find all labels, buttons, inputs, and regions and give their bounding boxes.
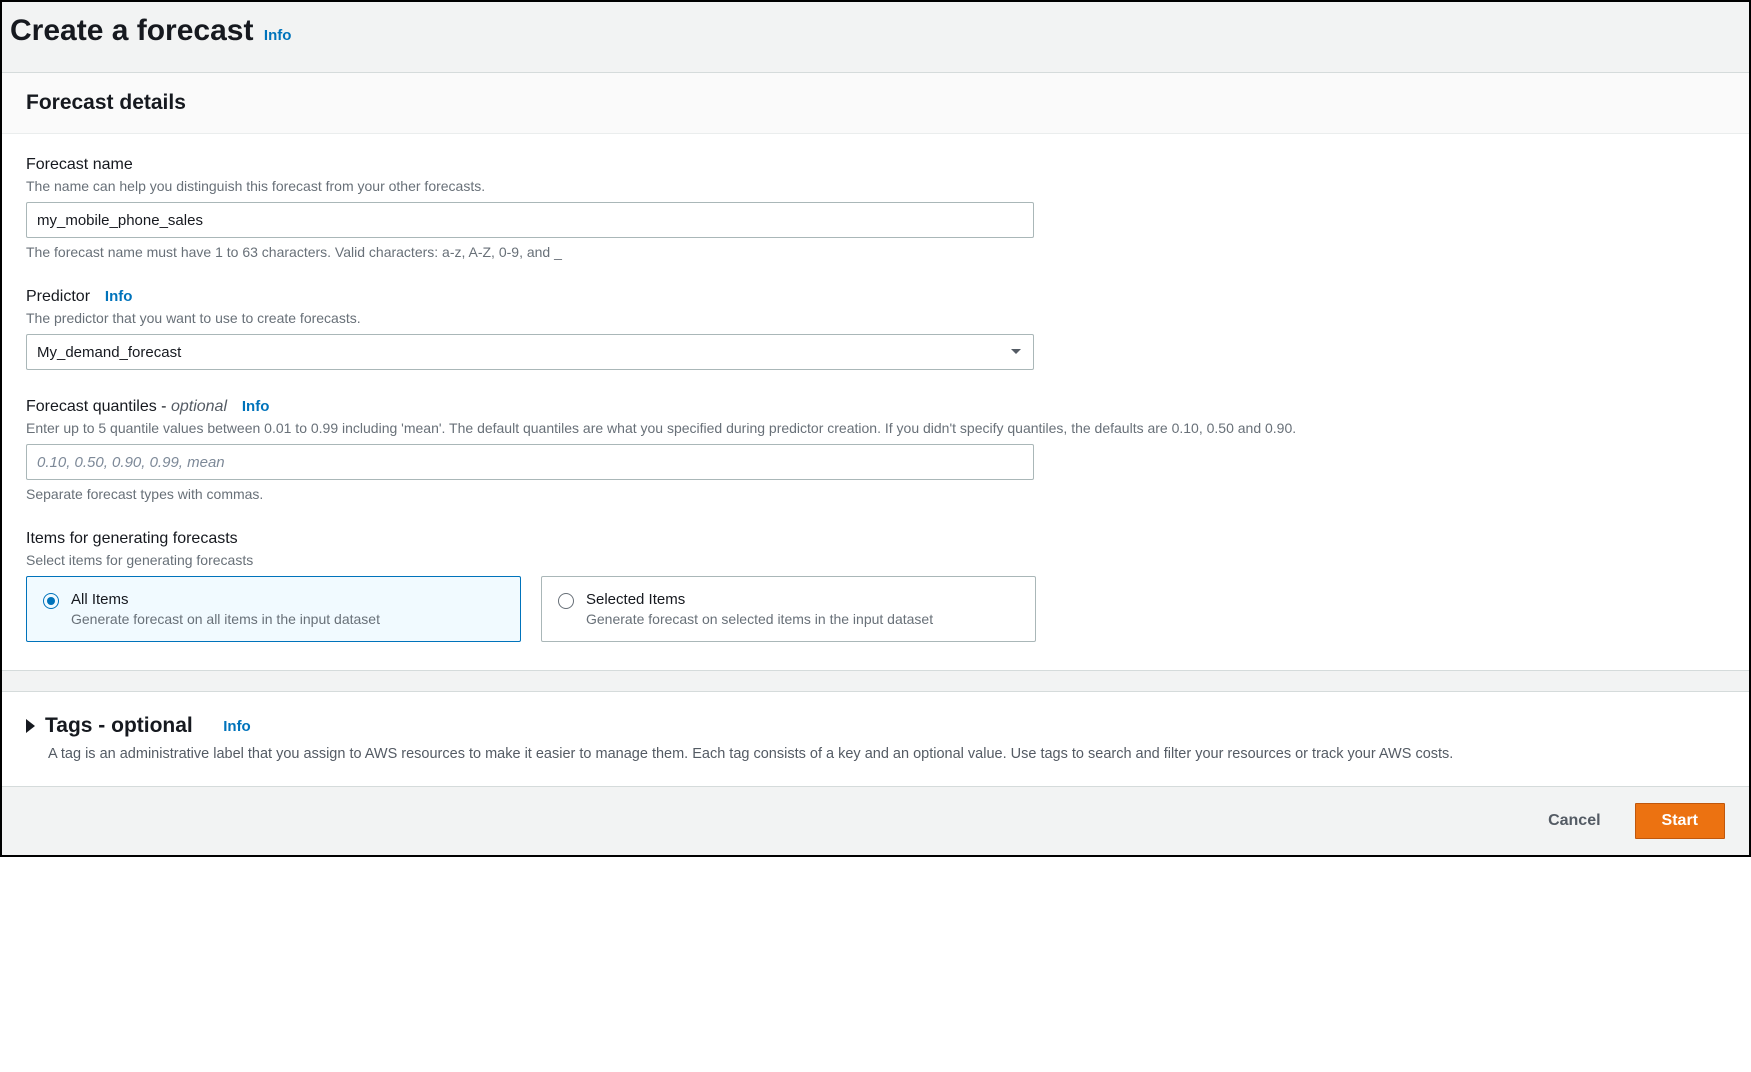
- forecast-details-section: Forecast details Forecast name The name …: [2, 73, 1749, 670]
- quantiles-hint: Separate forecast types with commas.: [26, 486, 1725, 502]
- start-button[interactable]: Start: [1635, 803, 1725, 839]
- predictor-info-link[interactable]: Info: [105, 288, 133, 305]
- cancel-button[interactable]: Cancel: [1534, 804, 1614, 838]
- radio-selected-title: Selected Items: [586, 591, 933, 608]
- quantiles-label-text: Forecast quantiles -: [26, 398, 171, 415]
- radio-selected-items[interactable]: Selected Items Generate forecast on sele…: [541, 576, 1036, 642]
- page-title: Create a forecast: [10, 14, 253, 47]
- predictor-desc: The predictor that you want to use to cr…: [26, 310, 1725, 326]
- radio-all-items[interactable]: All Items Generate forecast on all items…: [26, 576, 521, 642]
- tags-title: Tags - optional: [45, 714, 193, 738]
- forecast-name-input[interactable]: [26, 202, 1034, 238]
- forecast-name-field: Forecast name The name can help you dist…: [26, 156, 1725, 260]
- radio-all-desc: Generate forecast on all items in the in…: [71, 611, 380, 627]
- section-title: Forecast details: [26, 91, 1725, 115]
- section-header: Forecast details: [2, 73, 1749, 134]
- footer: Cancel Start: [2, 787, 1749, 855]
- predictor-select[interactable]: My_demand_forecast: [26, 334, 1034, 370]
- quantiles-field: Forecast quantiles - optional Info Enter…: [26, 398, 1725, 502]
- tags-desc: A tag is an administrative label that yo…: [48, 746, 1725, 762]
- quantiles-info-link[interactable]: Info: [242, 398, 270, 415]
- quantiles-input[interactable]: [26, 444, 1034, 480]
- items-desc: Select items for generating forecasts: [26, 552, 1725, 568]
- expand-caret-icon[interactable]: [26, 719, 35, 733]
- predictor-label-text: Predictor: [26, 288, 90, 305]
- predictor-field: Predictor Info The predictor that you wa…: [26, 288, 1725, 370]
- radio-icon: [43, 593, 59, 609]
- section-gap: [2, 670, 1749, 692]
- forecast-name-label: Forecast name: [26, 156, 1725, 174]
- items-field: Items for generating forecasts Select it…: [26, 530, 1725, 642]
- quantiles-desc: Enter up to 5 quantile values between 0.…: [26, 420, 1725, 436]
- header-info-link[interactable]: Info: [264, 27, 292, 44]
- items-label: Items for generating forecasts: [26, 530, 1725, 548]
- page-header: Create a forecast Info: [2, 2, 1749, 73]
- forecast-name-hint: The forecast name must have 1 to 63 char…: [26, 244, 1725, 260]
- tags-info-link[interactable]: Info: [223, 718, 251, 735]
- tags-section: Tags - optional Info A tag is an adminis…: [2, 692, 1749, 787]
- radio-icon: [558, 593, 574, 609]
- radio-all-title: All Items: [71, 591, 380, 608]
- quantiles-optional: optional: [171, 398, 227, 415]
- forecast-name-desc: The name can help you distinguish this f…: [26, 178, 1725, 194]
- predictor-label: Predictor Info: [26, 288, 1725, 306]
- quantiles-label: Forecast quantiles - optional Info: [26, 398, 1725, 416]
- predictor-selected-value: My_demand_forecast: [37, 344, 181, 361]
- radio-selected-desc: Generate forecast on selected items in t…: [586, 611, 933, 627]
